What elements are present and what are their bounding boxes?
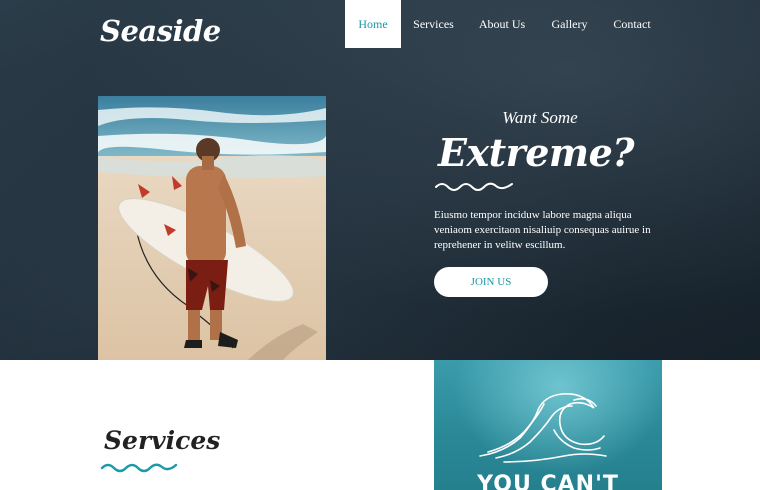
hero-tagline: Want Some (502, 108, 578, 127)
nav-item-gallery[interactable]: Gallery (538, 0, 601, 48)
surfer-photo (98, 96, 326, 360)
wave-illustration-icon (479, 392, 607, 463)
promo-text: YOU CAN'T (477, 472, 619, 490)
nav-item-about-us[interactable]: About Us (466, 0, 538, 48)
main-nav: Home Services About Us Gallery Contact (345, 0, 663, 48)
hero-section: Seaside Home Services About Us Gallery C… (0, 0, 760, 360)
wave-divider-icon (100, 463, 178, 473)
nav-item-contact[interactable]: Contact (601, 0, 663, 48)
logo[interactable]: Seaside (100, 14, 221, 48)
hero-description: Eiusmo tempor inciduw labore magna aliqu… (434, 209, 651, 251)
hero-headline: Extreme? (438, 130, 635, 175)
services-heading: Services (104, 426, 221, 455)
nav-item-services[interactable]: Services (401, 0, 466, 48)
wave-divider-icon (435, 182, 513, 191)
promo-card: YOU CAN'T (434, 360, 662, 490)
nav-item-home[interactable]: Home (345, 0, 401, 48)
join-us-button[interactable]: JOIN US (434, 267, 548, 297)
